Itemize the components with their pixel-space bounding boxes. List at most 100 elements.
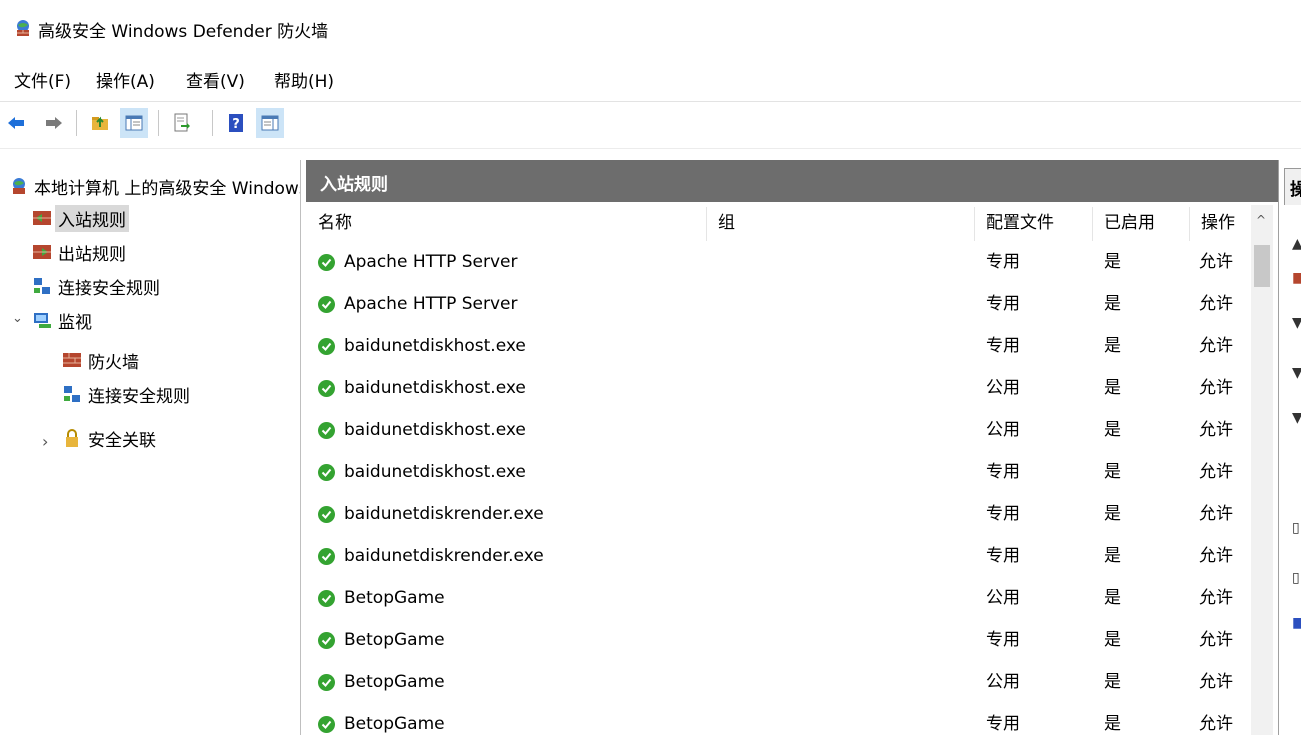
table-row[interactable]: baidunetdiskhost.exe 公用 是 允许 — [306, 367, 1261, 409]
menu-action[interactable]: 操作(A) — [96, 67, 155, 92]
firewall-globe-icon — [17, 20, 29, 36]
table-row[interactable]: BetopGame 公用 是 允许 — [306, 661, 1261, 703]
up-one-level-button[interactable] — [86, 108, 114, 138]
monitor-icon — [34, 313, 51, 328]
cell-group — [718, 577, 968, 619]
menu-divider — [0, 101, 1301, 102]
title-bar: 高级安全 Windows Defender 防火墙 — [0, 0, 1301, 56]
menu-help[interactable]: 帮助(H) — [274, 67, 334, 92]
help-icon: ? — [229, 114, 243, 132]
cell-profile: 专用 — [986, 546, 1020, 566]
column-header-name[interactable]: 名称 — [306, 205, 706, 241]
enabled-check-icon — [318, 254, 335, 271]
cell-action: 允许 — [1199, 630, 1233, 650]
tree-item-monitoring-connection-security-rules[interactable]: 连接安全规则 — [62, 380, 190, 408]
lock-icon — [66, 429, 78, 447]
tree-root[interactable]: 本地计算机 上的高级安全 Windows Defender 防火墙 — [10, 172, 300, 200]
pane-title: 入站规则 — [320, 175, 388, 195]
help-button[interactable]: ? — [222, 108, 250, 138]
tree-item-outbound-rules[interactable]: 出站规则 — [32, 238, 126, 266]
tree-item-inbound-rules[interactable]: 入站规则 — [32, 204, 129, 232]
cell-action: 允许 — [1199, 672, 1233, 692]
menu-file[interactable]: 文件(F) — [14, 67, 71, 92]
pane-divider[interactable] — [1278, 160, 1279, 735]
cell-action: 允许 — [1199, 546, 1233, 566]
scroll-up-icon[interactable]: ^ — [1256, 213, 1266, 227]
tree-item-security-associations[interactable]: 安全关联 — [62, 424, 156, 452]
expand-chevron-down-icon[interactable]: ⌄ — [12, 311, 23, 326]
column-header-group[interactable]: 组 — [706, 205, 974, 241]
tree-item-label: 安全关联 — [88, 430, 156, 451]
cell-name: BetopGame — [344, 672, 445, 692]
show-hide-tree-icon — [125, 115, 143, 131]
table-row[interactable]: baidunetdiskhost.exe 公用 是 允许 — [306, 409, 1261, 451]
cell-name: Apache HTTP Server — [344, 294, 518, 314]
filter-by-group-icon[interactable]: ▼ — [1292, 410, 1301, 426]
export-list-button[interactable] — [168, 108, 196, 138]
tree-item-label: 出站规则 — [58, 244, 126, 265]
tree-item-firewall[interactable]: 防火墙 — [62, 346, 139, 374]
forward-button[interactable] — [40, 108, 68, 138]
table-row[interactable]: baidunetdiskrender.exe 专用 是 允许 — [306, 493, 1261, 535]
expand-chevron-right-icon[interactable]: › — [42, 432, 48, 451]
connection-security-icon — [64, 386, 80, 402]
cell-group — [718, 283, 968, 325]
scrollbar-thumb[interactable] — [1254, 245, 1270, 287]
tree-item-label: 连接安全规则 — [58, 278, 160, 299]
firewall-globe-icon — [13, 178, 25, 194]
help-icon[interactable]: ■ — [1292, 615, 1301, 631]
back-button[interactable] — [2, 108, 30, 138]
filter-by-profile-icon[interactable]: ▼ — [1292, 315, 1301, 331]
show-hide-action-pane-button[interactable] — [256, 108, 284, 138]
tree-item-connection-security-rules[interactable]: 连接安全规则 — [32, 272, 160, 300]
cell-profile: 专用 — [986, 294, 1020, 314]
cell-action: 允许 — [1199, 294, 1233, 314]
collapse-icon[interactable]: ▲ — [1292, 236, 1301, 252]
menu-bar: 文件(F) 操作(A) 查看(V) 帮助(H) — [0, 60, 1301, 98]
cell-profile: 公用 — [986, 420, 1020, 440]
vertical-scrollbar[interactable]: ^ — [1251, 205, 1273, 735]
column-header-enabled[interactable]: 已启用 — [1092, 205, 1189, 241]
window-title: 高级安全 Windows Defender 防火墙 — [38, 22, 329, 42]
svg-text:?: ? — [232, 117, 240, 132]
enabled-check-icon — [318, 296, 335, 313]
cell-group — [718, 367, 968, 409]
view-icon[interactable]: ▯ — [1292, 520, 1300, 536]
actions-pane-title: 操 — [1290, 180, 1301, 200]
table-row[interactable]: Apache HTTP Server 专用 是 允许 — [306, 283, 1261, 325]
cell-enabled: 是 — [1104, 336, 1121, 356]
cell-group — [718, 241, 968, 283]
cell-action: 允许 — [1199, 336, 1233, 356]
cell-action: 允许 — [1199, 420, 1233, 440]
back-icon — [8, 117, 24, 129]
cell-name: BetopGame — [344, 588, 445, 608]
filter-by-state-icon[interactable]: ▼ — [1292, 365, 1301, 381]
column-header-action[interactable]: 操作 — [1189, 205, 1251, 241]
tree-item-monitoring[interactable]: 监视 — [32, 306, 92, 334]
cell-name: baidunetdiskhost.exe — [344, 420, 526, 440]
cell-enabled: 是 — [1104, 378, 1121, 398]
menu-view[interactable]: 查看(V) — [186, 67, 245, 92]
cell-enabled: 是 — [1104, 420, 1121, 440]
cell-enabled: 是 — [1104, 504, 1121, 524]
enabled-check-icon — [318, 632, 335, 649]
show-hide-action-pane-icon — [261, 115, 279, 131]
table-row[interactable]: BetopGame 专用 是 允许 — [306, 703, 1261, 735]
table-row[interactable]: baidunetdiskhost.exe 专用 是 允许 — [306, 325, 1261, 367]
show-hide-tree-button[interactable] — [120, 108, 148, 138]
cell-name: baidunetdiskhost.exe — [344, 378, 526, 398]
cell-action: 允许 — [1199, 462, 1233, 482]
refresh-icon[interactable]: ▯ — [1292, 570, 1300, 586]
table-row[interactable]: BetopGame 公用 是 允许 — [306, 577, 1261, 619]
cell-profile: 公用 — [986, 378, 1020, 398]
table-row[interactable]: BetopGame 专用 是 允许 — [306, 619, 1261, 661]
cell-name: Apache HTTP Server — [344, 252, 518, 272]
tree-item-label: 监视 — [58, 312, 92, 333]
table-row[interactable]: Apache HTTP Server 专用 是 允许 — [306, 241, 1261, 283]
actions-pane-header: 操 — [1284, 168, 1301, 205]
table-row[interactable]: baidunetdiskrender.exe 专用 是 允许 — [306, 535, 1261, 577]
enabled-check-icon — [318, 464, 335, 481]
new-rule-icon[interactable]: ■ — [1292, 270, 1301, 286]
table-row[interactable]: baidunetdiskhost.exe 专用 是 允许 — [306, 451, 1261, 493]
column-header-profile[interactable]: 配置文件 — [974, 205, 1092, 241]
